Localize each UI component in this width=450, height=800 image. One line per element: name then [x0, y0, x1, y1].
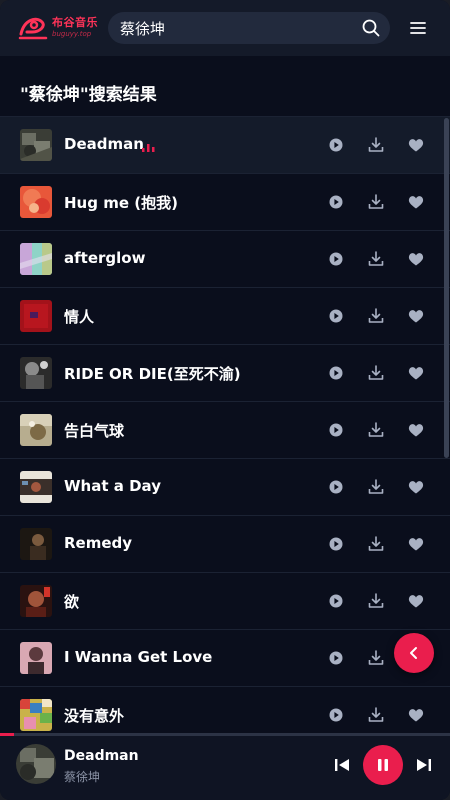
player-album-cover[interactable]	[16, 744, 56, 784]
song-row[interactable]: 告白气球	[0, 402, 450, 459]
search-box	[108, 12, 390, 44]
song-row[interactable]: Remedy	[0, 516, 450, 573]
download-icon[interactable]	[367, 364, 385, 382]
download-icon[interactable]	[367, 250, 385, 268]
album-cover	[20, 243, 52, 275]
song-title[interactable]: 没有意外	[64, 705, 124, 726]
play-circle-icon[interactable]	[327, 706, 345, 724]
header: 布谷音乐 buguyy.top	[0, 0, 450, 56]
pause-button[interactable]	[363, 745, 403, 785]
song-title[interactable]: I Wanna Get Love	[64, 648, 212, 666]
album-cover	[20, 414, 52, 446]
play-circle-icon[interactable]	[327, 535, 345, 553]
search-input[interactable]	[120, 12, 350, 44]
song-row[interactable]: afterglow	[0, 231, 450, 288]
album-cover	[20, 699, 52, 731]
song-row[interactable]: I Wanna Get Love	[0, 630, 450, 687]
next-icon[interactable]	[414, 755, 434, 775]
song-row[interactable]: 没有意外	[0, 687, 450, 734]
song-row[interactable]: 欲	[0, 573, 450, 630]
download-icon[interactable]	[367, 535, 385, 553]
play-circle-icon[interactable]	[327, 592, 345, 610]
song-row[interactable]: What a Day	[0, 459, 450, 516]
album-cover	[20, 471, 52, 503]
download-icon[interactable]	[367, 706, 385, 724]
song-row[interactable]: RIDE OR DIE(至死不渝)	[0, 345, 450, 402]
heart-icon[interactable]	[407, 250, 425, 268]
logo-subtitle: buguyy.top	[52, 30, 92, 38]
download-icon[interactable]	[367, 421, 385, 439]
play-circle-icon[interactable]	[327, 478, 345, 496]
player-bar: Deadman 蔡徐坤	[0, 736, 450, 800]
logo-icon	[18, 17, 48, 40]
song-row[interactable]: Deadman	[0, 117, 450, 174]
page-title: "蔡徐坤"搜索结果	[20, 85, 157, 105]
heart-icon[interactable]	[407, 421, 425, 439]
logo[interactable]: 布谷音乐 buguyy.top	[18, 12, 98, 42]
chevron-left-icon	[410, 647, 417, 659]
play-circle-icon[interactable]	[327, 136, 345, 154]
play-circle-icon[interactable]	[327, 421, 345, 439]
song-title[interactable]: RIDE OR DIE(至死不渝)	[64, 363, 241, 384]
now-playing-equalizer-icon	[142, 144, 155, 152]
heart-icon[interactable]	[407, 136, 425, 154]
song-row[interactable]: Hug me (抱我)	[0, 174, 450, 231]
song-title[interactable]: 告白气球	[64, 420, 124, 441]
download-icon[interactable]	[367, 136, 385, 154]
heart-icon[interactable]	[407, 706, 425, 724]
song-row[interactable]: 情人	[0, 288, 450, 345]
download-icon[interactable]	[367, 592, 385, 610]
album-cover	[20, 585, 52, 617]
pause-icon	[378, 759, 388, 771]
list-scrollbar[interactable]	[444, 118, 449, 458]
song-title[interactable]: Remedy	[64, 534, 132, 552]
play-circle-icon[interactable]	[327, 193, 345, 211]
song-title[interactable]: 情人	[64, 306, 94, 327]
download-icon[interactable]	[367, 193, 385, 211]
heart-icon[interactable]	[407, 592, 425, 610]
song-title[interactable]: Hug me (抱我)	[64, 192, 178, 213]
logo-title: 布谷音乐	[52, 16, 98, 29]
heart-icon[interactable]	[407, 193, 425, 211]
player-song-title: Deadman	[64, 748, 139, 764]
heart-icon[interactable]	[407, 307, 425, 325]
song-title[interactable]: afterglow	[64, 249, 145, 267]
album-cover	[20, 300, 52, 332]
download-icon[interactable]	[367, 478, 385, 496]
album-cover	[20, 642, 52, 674]
album-cover	[20, 528, 52, 560]
song-list: Deadman Hug me (抱我) afterglow 情人 RIDE OR…	[0, 116, 450, 734]
play-circle-icon[interactable]	[327, 307, 345, 325]
search-icon[interactable]	[362, 19, 380, 37]
song-title[interactable]: Deadman	[64, 135, 144, 153]
heart-icon[interactable]	[407, 478, 425, 496]
album-cover	[20, 357, 52, 389]
album-cover	[20, 129, 52, 161]
play-circle-icon[interactable]	[327, 364, 345, 382]
play-circle-icon[interactable]	[327, 649, 345, 667]
download-icon[interactable]	[367, 307, 385, 325]
song-title[interactable]: 欲	[64, 591, 79, 612]
heart-icon[interactable]	[407, 364, 425, 382]
previous-icon[interactable]	[332, 755, 352, 775]
heart-icon[interactable]	[407, 535, 425, 553]
download-icon[interactable]	[367, 649, 385, 667]
play-circle-icon[interactable]	[327, 250, 345, 268]
song-title[interactable]: What a Day	[64, 477, 161, 495]
album-cover	[20, 186, 52, 218]
app-window: 布谷音乐 buguyy.top "蔡徐坤"搜索结果 Deadman	[0, 0, 450, 800]
hamburger-menu-icon[interactable]	[408, 18, 428, 38]
collapse-button[interactable]	[394, 633, 434, 673]
player-artist: 蔡徐坤	[64, 770, 101, 784]
